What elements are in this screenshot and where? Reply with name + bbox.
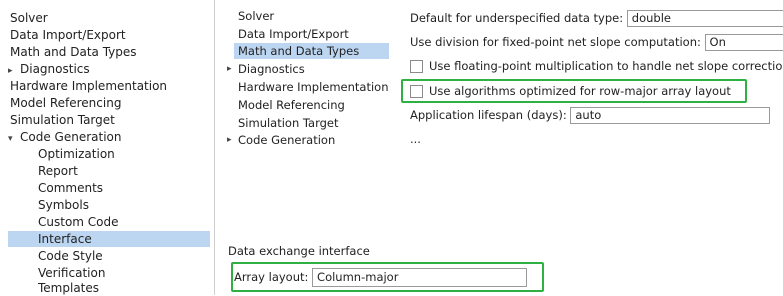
tree-item-verification[interactable]: Verification [38, 265, 210, 281]
tree-item-label: Report [38, 164, 78, 178]
expand-arrow-icon[interactable]: ▸ [227, 132, 232, 148]
tree-item-label: Solver [238, 9, 275, 23]
tree-item-label: Solver [10, 11, 48, 25]
middle-config-tree: Solver Data Import/Export Math and Data … [222, 0, 397, 152]
array-layout-dropdown[interactable]: Column-major [312, 268, 528, 287]
tree-item-label: Model Referencing [10, 96, 122, 110]
tree-item-label: Hardware Implementation [10, 79, 168, 93]
tree-item-label: Symbols [38, 198, 89, 212]
tree-item-label: Math and Data Types [238, 44, 360, 58]
tree-item-label: Templates [38, 281, 100, 295]
tree-item-symbols[interactable]: Symbols [38, 197, 210, 213]
mid-tree-item-hardware-implementation[interactable]: Hardware Implementation [238, 79, 393, 95]
tree-item-label: Code Generation [238, 133, 336, 147]
tree-item-label: Comments [38, 181, 104, 195]
tree-item-label: Model Referencing [238, 98, 345, 112]
division-dropdown[interactable]: On [704, 34, 783, 51]
tree-item-code-style[interactable]: Code Style [38, 248, 210, 264]
tree-item-label: Diagnostics [238, 62, 305, 76]
mid-tree-item-solver[interactable]: Solver [238, 8, 393, 24]
mid-tree-item-math-and-data-types[interactable]: Math and Data Types [234, 43, 389, 59]
expand-arrow-icon[interactable]: ▸ [227, 61, 232, 77]
tree-item-label: Code Style [38, 249, 103, 263]
float-mult-label: Use floating-point multiplication to han… [429, 59, 783, 73]
row-major-label: Use algorithms optimized for row-major a… [429, 84, 731, 98]
division-label: Use division for fixed-point net slope c… [410, 35, 701, 49]
tree-item-label: Interface [38, 232, 92, 246]
tree-item-code-generation[interactable]: ▾ Code Generation [8, 129, 210, 147]
tree-item-label: Data Import/Export [238, 27, 349, 41]
tree-item-label: Math and Data Types [10, 45, 137, 59]
tree-item-comments[interactable]: Comments [38, 180, 210, 196]
tree-item-interface[interactable]: Interface [8, 231, 210, 247]
default-data-type-label: Default for underspecified data type: [410, 11, 624, 25]
tree-item-model-referencing[interactable]: Model Referencing [10, 95, 210, 111]
array-layout-setting: Array layout: Column-major [234, 264, 528, 290]
tree-item-hardware-implementation[interactable]: Hardware Implementation [10, 78, 210, 94]
collapse-arrow-icon[interactable]: ▾ [8, 131, 20, 147]
mid-tree-item-simulation-target[interactable]: Simulation Target [238, 115, 393, 131]
mid-tree-item-code-generation[interactable]: ▸ Code Generation [227, 132, 393, 148]
float-mult-setting: Use floating-point multiplication to han… [410, 57, 783, 75]
tree-item-label: Hardware Implementation [238, 80, 389, 94]
expand-arrow-icon[interactable]: ▸ [8, 63, 20, 79]
lifespan-setting: Application lifespan (days): auto [410, 106, 771, 124]
lifespan-label: Application lifespan (days): [410, 108, 567, 122]
math-data-types-settings: Default for underspecified data type: do… [401, 0, 783, 190]
tree-item-label: Simulation Target [238, 116, 339, 130]
tree-item-optimization[interactable]: Optimization [38, 146, 210, 162]
tree-item-templates[interactable]: Templates [38, 280, 210, 296]
tree-item-simulation-target[interactable]: Simulation Target [10, 112, 210, 128]
default-data-type-setting: Default for underspecified data type: do… [410, 9, 783, 27]
tree-item-label: Data Import/Export [10, 28, 126, 42]
array-layout-label: Array layout: [234, 270, 309, 284]
tree-item-label: Simulation Target [10, 113, 115, 127]
tree-item-custom-code[interactable]: Custom Code [38, 214, 210, 230]
division-setting: Use division for fixed-point net slope c… [410, 33, 783, 51]
tree-item-math-and-data-types[interactable]: Math and Data Types [10, 44, 210, 60]
mid-tree-item-data-import-export[interactable]: Data Import/Export [238, 26, 393, 42]
float-mult-checkbox[interactable] [410, 60, 423, 73]
mid-tree-item-diagnostics[interactable]: ▸ Diagnostics [227, 61, 393, 77]
tree-item-report[interactable]: Report [38, 163, 210, 179]
data-exchange-interface-section: Data exchange interface Array layout: Co… [222, 238, 544, 295]
tree-item-label: Custom Code [38, 215, 119, 229]
row-major-checkbox[interactable] [410, 85, 423, 98]
section-title: Data exchange interface [228, 244, 370, 258]
row-major-setting: Use algorithms optimized for row-major a… [410, 82, 731, 100]
mid-tree-item-model-referencing[interactable]: Model Referencing [238, 97, 393, 113]
tree-item-label: Verification [38, 266, 106, 280]
tree-item-label: Optimization [38, 147, 115, 161]
lifespan-input[interactable]: auto [570, 107, 771, 124]
left-config-tree: Solver Data Import/Export Math and Data … [0, 0, 215, 295]
tree-item-solver[interactable]: Solver [10, 10, 210, 26]
tree-item-diagnostics[interactable]: ▸ Diagnostics [8, 61, 210, 79]
default-data-type-dropdown[interactable]: double [626, 10, 783, 27]
tree-item-label: Code Generation [20, 130, 122, 144]
tree-item-data-import-export[interactable]: Data Import/Export [10, 27, 210, 43]
more-settings-ellipsis: ... [410, 132, 421, 146]
tree-item-label: Diagnostics [20, 62, 90, 76]
